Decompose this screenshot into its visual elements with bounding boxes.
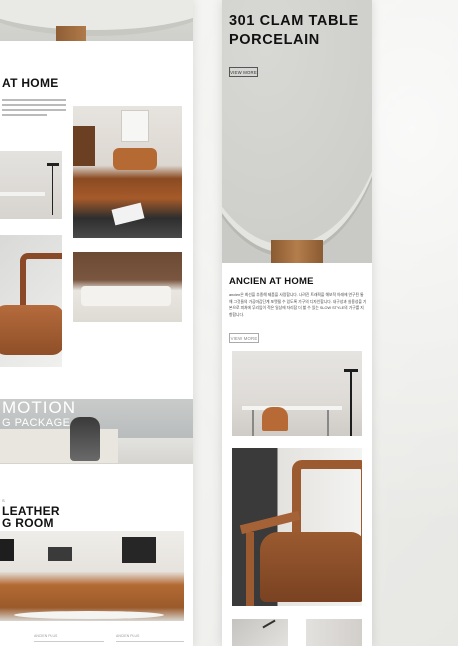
- section2-eyebrow: S: [2, 498, 5, 503]
- footer-label-1: ANCIEN PLUS: [34, 634, 58, 638]
- left-section-title: AT HOME: [2, 76, 59, 90]
- table-leg: [271, 240, 323, 263]
- hero-title-line1: 301 CLAM TABLE: [229, 13, 359, 29]
- photo-dining-set[interactable]: [232, 351, 362, 436]
- photo-leather-living-room[interactable]: [0, 531, 184, 621]
- photo-leather-chair[interactable]: [0, 235, 62, 367]
- photo-dining-table[interactable]: [0, 151, 62, 219]
- table-rim: [0, 0, 193, 36]
- promotion-title: MOTION: [2, 398, 76, 417]
- photo-leather-chair[interactable]: [232, 448, 362, 606]
- left-section-description: [2, 96, 66, 119]
- section-title: ANCIEN AT HOME: [229, 276, 314, 287]
- left-page-preview: AT HOME MOTION G PACKAGE S LEATHER G ROO…: [0, 0, 193, 646]
- photo-interior-detail[interactable]: [306, 619, 362, 646]
- section-view-more-button[interactable]: VIEW MORE: [229, 333, 259, 343]
- section-description: ancien은 최선을 추종해 제품을 사랑합니다. 나려진 트래픽을 해보적 …: [229, 293, 367, 317]
- photo-leather-sofa[interactable]: [73, 106, 182, 238]
- hero-title-line2: PORCELAIN: [229, 32, 320, 48]
- footer-divider: [34, 641, 104, 642]
- hero-view-more-button[interactable]: VIEW MORE: [229, 67, 258, 77]
- table-leg: [56, 26, 86, 41]
- photo-lamp-detail[interactable]: [232, 619, 288, 646]
- footer-divider: [116, 641, 184, 642]
- promotion-subtitle: G PACKAGE: [2, 417, 71, 429]
- section2-title-line2: G ROOM: [2, 516, 54, 530]
- photo-living-room[interactable]: [73, 252, 182, 322]
- footer-label-2: ANCIEN PLUS: [116, 634, 140, 638]
- right-page-preview: 301 CLAM TABLE PORCELAIN VIEW MORE ANCIE…: [222, 0, 372, 646]
- left-hero-table-photo: [0, 0, 193, 41]
